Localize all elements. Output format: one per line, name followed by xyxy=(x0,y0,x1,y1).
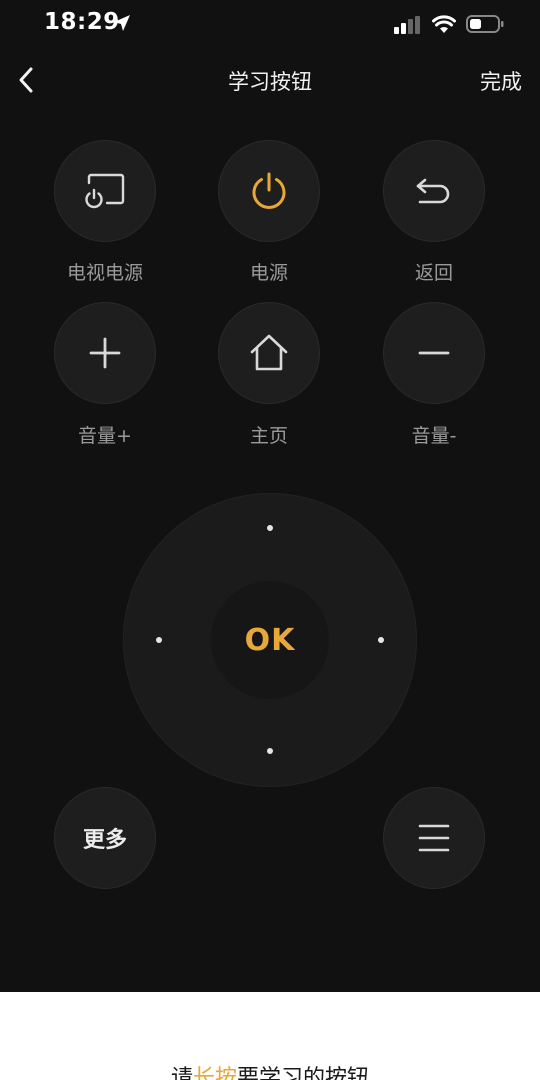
power-button[interactable] xyxy=(218,140,320,242)
power-label: 电源 xyxy=(249,262,288,284)
ok-button[interactable]: OK xyxy=(211,581,329,699)
dpad-down-button[interactable] xyxy=(267,748,273,754)
tv-power-button[interactable] xyxy=(54,140,156,242)
dpad-right-button[interactable] xyxy=(378,637,384,643)
battery-icon xyxy=(466,15,504,33)
volume-down-button[interactable] xyxy=(383,302,485,404)
return-icon xyxy=(416,178,450,204)
menu-button[interactable] xyxy=(383,787,485,889)
power-icon xyxy=(252,172,286,209)
menu-icon xyxy=(418,824,450,852)
wifi-icon xyxy=(432,15,456,33)
home-icon xyxy=(250,334,288,371)
plus-icon xyxy=(89,337,121,369)
bottom-sheet: 请长按要学习的按钮 xyxy=(0,992,540,1080)
nav-bar: 学习按钮 完成 xyxy=(0,56,540,104)
more-button[interactable]: 更多 xyxy=(54,787,156,889)
status-bar: 18:29 xyxy=(0,0,540,48)
volume-up-button[interactable] xyxy=(54,302,156,404)
home-label: 主页 xyxy=(249,425,288,447)
volume-down-label: 音量- xyxy=(411,425,457,447)
hint-text: 请长按要学习的按钮 xyxy=(0,1060,540,1080)
return-button[interactable] xyxy=(383,140,485,242)
dpad-up-button[interactable] xyxy=(267,525,273,531)
tv-power-label: 电视电源 xyxy=(66,262,143,284)
ok-label: OK xyxy=(244,622,296,658)
status-time: 18:29 xyxy=(44,9,120,35)
minus-icon xyxy=(418,351,450,355)
done-button[interactable]: 完成 xyxy=(480,66,522,96)
return-label: 返回 xyxy=(414,262,453,284)
volume-up-label: 音量+ xyxy=(78,425,132,447)
location-arrow-icon xyxy=(114,15,130,31)
page-title: 学习按钮 xyxy=(228,70,312,94)
hint-prefix: 请 xyxy=(170,1066,193,1080)
tv-power-icon xyxy=(85,173,125,209)
hint-highlight: 长按 xyxy=(192,1066,237,1080)
home-button[interactable] xyxy=(218,302,320,404)
signal-icon xyxy=(394,16,420,34)
dpad-left-button[interactable] xyxy=(156,637,162,643)
hint-suffix: 要学习的按钮 xyxy=(237,1066,370,1080)
more-label: 更多 xyxy=(82,828,127,853)
